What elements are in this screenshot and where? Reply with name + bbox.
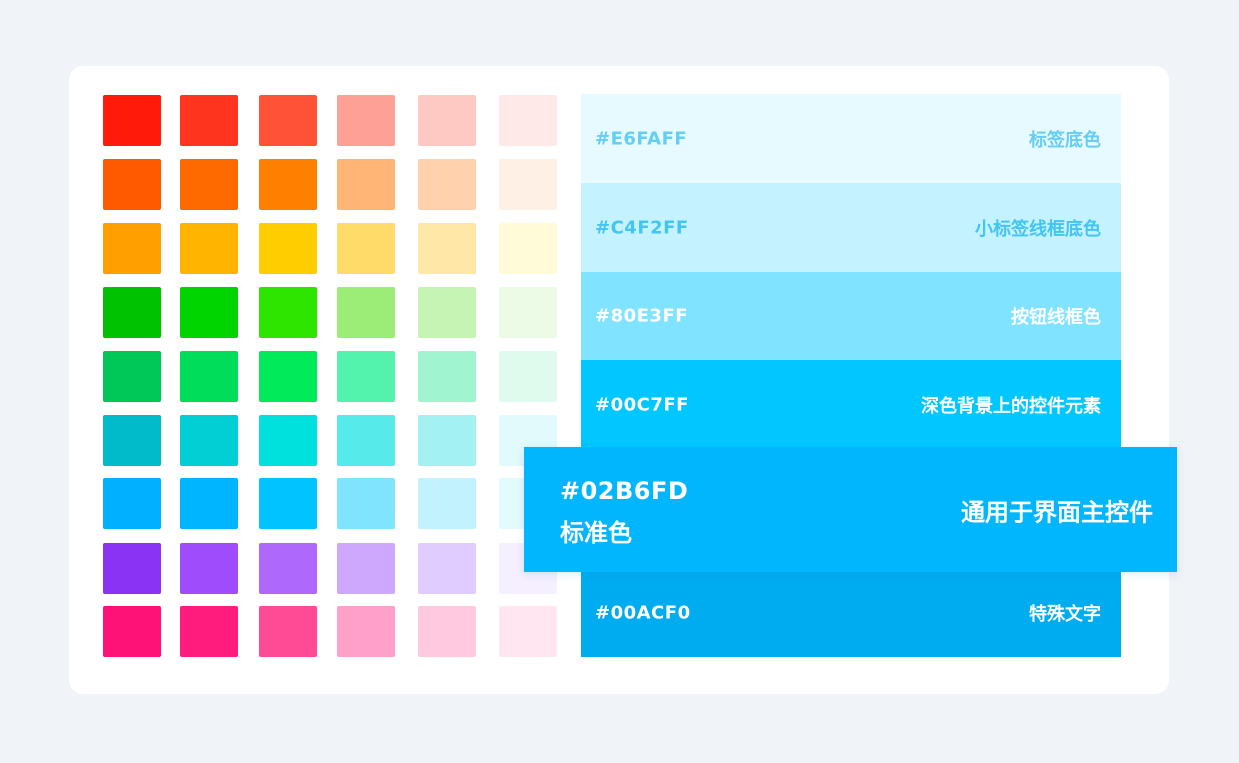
color-swatch [180, 223, 238, 274]
color-bands: #E6FAFF 标签底色 #C4F2FF 小标签线框底色 #80E3FF 按钮线… [581, 94, 1121, 657]
color-swatch [337, 606, 395, 657]
color-swatch [103, 478, 161, 529]
color-swatch [337, 287, 395, 338]
color-swatch [180, 287, 238, 338]
color-swatch [180, 351, 238, 402]
band-c4f2ff: #C4F2FF 小标签线框底色 [581, 183, 1121, 272]
color-swatch [103, 351, 161, 402]
color-swatch [259, 351, 317, 402]
band-hex: #00C7FF [595, 394, 689, 416]
color-swatch [499, 606, 557, 657]
swatch-grid [103, 95, 558, 658]
primary-color-band: #02B6FD 标准色 通用于界面主控件 [524, 447, 1177, 572]
color-swatch [103, 287, 161, 338]
color-swatch [259, 606, 317, 657]
color-swatch [180, 415, 238, 466]
color-swatch [499, 287, 557, 338]
color-swatch [103, 95, 161, 146]
band-label: 小标签线框底色 [975, 218, 1101, 240]
color-swatch [337, 415, 395, 466]
band-e6faff: #E6FAFF 标签底色 [581, 94, 1121, 183]
color-swatch [259, 415, 317, 466]
color-swatch [103, 159, 161, 210]
color-swatch [103, 543, 161, 594]
color-swatch [418, 351, 476, 402]
band-label: 标签底色 [1029, 129, 1101, 151]
color-swatch [418, 606, 476, 657]
band-hex: #00ACF0 [595, 602, 691, 623]
color-swatch [103, 415, 161, 466]
band-label: 深色背景上的控件元素 [921, 396, 1101, 417]
color-swatch [180, 478, 238, 529]
color-swatch [337, 478, 395, 529]
color-swatch [259, 223, 317, 274]
band-00acf0: #00ACF0 特殊文字 [581, 568, 1121, 657]
color-swatch [180, 606, 238, 657]
color-swatch [259, 543, 317, 594]
band-80e3ff: #80E3FF 按钮线框色 [581, 272, 1121, 360]
color-swatch [259, 287, 317, 338]
band-00c7ff: #00C7FF 深色背景上的控件元素 [581, 360, 1121, 450]
color-swatch [259, 478, 317, 529]
color-swatch [103, 223, 161, 274]
color-swatch [418, 415, 476, 466]
band-hex: #80E3FF [595, 305, 689, 327]
color-swatch [418, 543, 476, 594]
color-swatch [337, 543, 395, 594]
band-hex: #E6FAFF [595, 128, 688, 149]
color-swatch [418, 287, 476, 338]
color-swatch [103, 606, 161, 657]
band-hex: #C4F2FF [595, 217, 689, 238]
color-swatch [259, 159, 317, 210]
color-swatch [337, 351, 395, 402]
color-swatch [499, 351, 557, 402]
primary-hex: #02B6FD [560, 477, 689, 505]
color-swatch [337, 95, 395, 146]
color-swatch [180, 543, 238, 594]
color-swatch [499, 95, 557, 146]
color-swatch [337, 159, 395, 210]
primary-name: 标准色 [560, 519, 632, 547]
color-swatch [499, 159, 557, 210]
color-swatch [180, 159, 238, 210]
color-swatch [337, 223, 395, 274]
color-swatch [418, 478, 476, 529]
color-swatch [418, 159, 476, 210]
band-label: 按钮线框色 [1011, 307, 1101, 328]
color-swatch [418, 223, 476, 274]
color-swatch [259, 95, 317, 146]
color-swatch [418, 95, 476, 146]
primary-label: 通用于界面主控件 [961, 498, 1153, 526]
color-swatch [180, 95, 238, 146]
band-label: 特殊文字 [1029, 603, 1101, 625]
color-swatch [499, 223, 557, 274]
